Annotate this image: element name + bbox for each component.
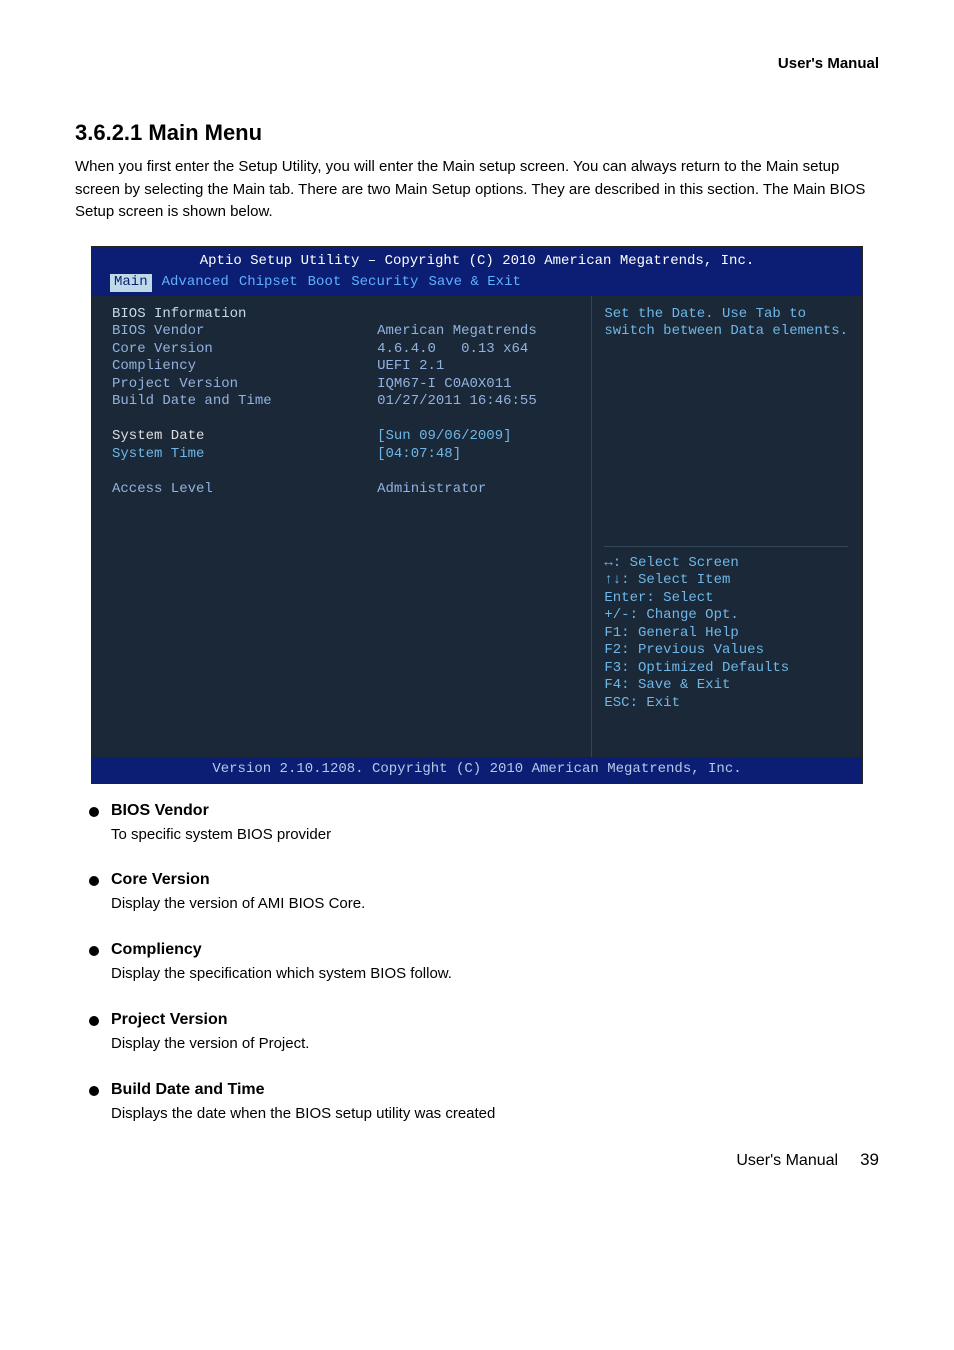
- bullet-bios-vendor: BIOS Vendor To specific system BIOS prov…: [85, 802, 879, 846]
- bullet-title: Project Version: [111, 1011, 879, 1029]
- bullet-body: Displays the date when the BIOS setup ut…: [111, 1103, 879, 1125]
- bios-label-projver: Project Version: [112, 376, 355, 394]
- section-title-main-menu: 3.6.2.1 Main Menu: [75, 120, 879, 146]
- bullet-body: Display the version of Project.: [111, 1033, 879, 1055]
- bios-tabs: Main Advanced Chipset Boot Security Save…: [92, 272, 862, 296]
- section-intro: When you first enter the Setup Utility, …: [75, 156, 879, 224]
- bios-key-change: +/-: Change Opt.: [604, 607, 848, 625]
- bios-key-f3: F3: Optimized Defaults: [604, 660, 848, 678]
- bios-value-corever: 4.6.4.0 0.13 x64: [377, 341, 583, 359]
- bios-tab-advanced[interactable]: Advanced: [162, 274, 229, 292]
- bios-value-sysdate[interactable]: [Sun 09/06/2009]: [377, 428, 583, 446]
- bios-key-enter: Enter: Select: [604, 590, 848, 608]
- bios-value-vendor: American Megatrends: [377, 323, 583, 341]
- bios-value-projver: IQM67-I C0A0X011: [377, 376, 583, 394]
- bullet-compliency: Compliency Display the specification whi…: [85, 941, 879, 985]
- bios-key-item: ↑↓: Select Item: [604, 572, 848, 590]
- bios-value-compl: UEFI 2.1: [377, 358, 583, 376]
- bios-label-access: Access Level: [112, 481, 355, 499]
- bios-tab-main[interactable]: Main: [110, 274, 152, 292]
- bios-label-sysdate[interactable]: System Date: [112, 428, 355, 446]
- bullet-project-version: Project Version Display the version of P…: [85, 1011, 879, 1055]
- bullet-body: To specific system BIOS provider: [111, 824, 879, 846]
- bullet-core-version: Core Version Display the version of AMI …: [85, 871, 879, 915]
- bios-label-compl: Compliency: [112, 358, 355, 376]
- bios-titlebar: Aptio Setup Utility – Copyright (C) 2010…: [92, 247, 862, 296]
- bios-tab-saveexit[interactable]: Save & Exit: [428, 274, 520, 292]
- bios-value-build: 01/27/2011 16:46:55: [377, 393, 583, 411]
- info-bullets: BIOS Vendor To specific system BIOS prov…: [85, 802, 879, 1125]
- bullet-title: Core Version: [111, 871, 879, 889]
- bios-info-heading: BIOS Information: [112, 306, 355, 324]
- footer-label: User's Manual: [736, 1152, 838, 1170]
- bullet-title: Compliency: [111, 941, 879, 959]
- bios-key-screen: ↔: Select Screen: [604, 555, 848, 573]
- bios-label-vendor: BIOS Vendor: [112, 323, 355, 341]
- bios-label-build: Build Date and Time: [112, 393, 355, 411]
- bullet-title: Build Date and Time: [111, 1081, 879, 1099]
- bullet-title: BIOS Vendor: [111, 802, 879, 820]
- bios-tab-boot[interactable]: Boot: [308, 274, 342, 292]
- page-header: User's Manual: [75, 55, 879, 72]
- bios-key-esc: ESC: Exit: [604, 695, 848, 713]
- bios-footer: Version 2.10.1208. Copyright (C) 2010 Am…: [92, 757, 862, 783]
- bios-key-f1: F1: General Help: [604, 625, 848, 643]
- bios-label-corever: Core Version: [112, 341, 355, 359]
- bios-help-line2: switch between Data elements.: [604, 323, 848, 341]
- footer-number: 39: [860, 1150, 879, 1170]
- bios-utility-title: Aptio Setup Utility – Copyright (C) 2010…: [92, 249, 862, 273]
- bullet-build-date: Build Date and Time Displays the date wh…: [85, 1081, 879, 1125]
- bios-key-f2: F2: Previous Values: [604, 642, 848, 660]
- bios-tab-chipset[interactable]: Chipset: [239, 274, 298, 292]
- bios-help-line1: Set the Date. Use Tab to: [604, 306, 848, 324]
- bios-screenshot: Aptio Setup Utility – Copyright (C) 2010…: [91, 246, 863, 784]
- bios-label-systime[interactable]: System Time: [112, 446, 355, 464]
- bios-value-systime[interactable]: [04:07:48]: [377, 446, 583, 464]
- bios-key-f4: F4: Save & Exit: [604, 677, 848, 695]
- bios-mid-pane: American Megatrends 4.6.4.0 0.13 x64 UEF…: [369, 296, 591, 758]
- bios-tab-security[interactable]: Security: [351, 274, 418, 292]
- bios-value-access: Administrator: [377, 481, 583, 499]
- bullet-body: Display the version of AMI BIOS Core.: [111, 893, 879, 915]
- bullet-body: Display the specification which system B…: [111, 963, 879, 985]
- bios-right-pane: Set the Date. Use Tab to switch between …: [591, 296, 862, 758]
- bios-left-pane: BIOS Information BIOS Vendor Core Versio…: [92, 296, 369, 758]
